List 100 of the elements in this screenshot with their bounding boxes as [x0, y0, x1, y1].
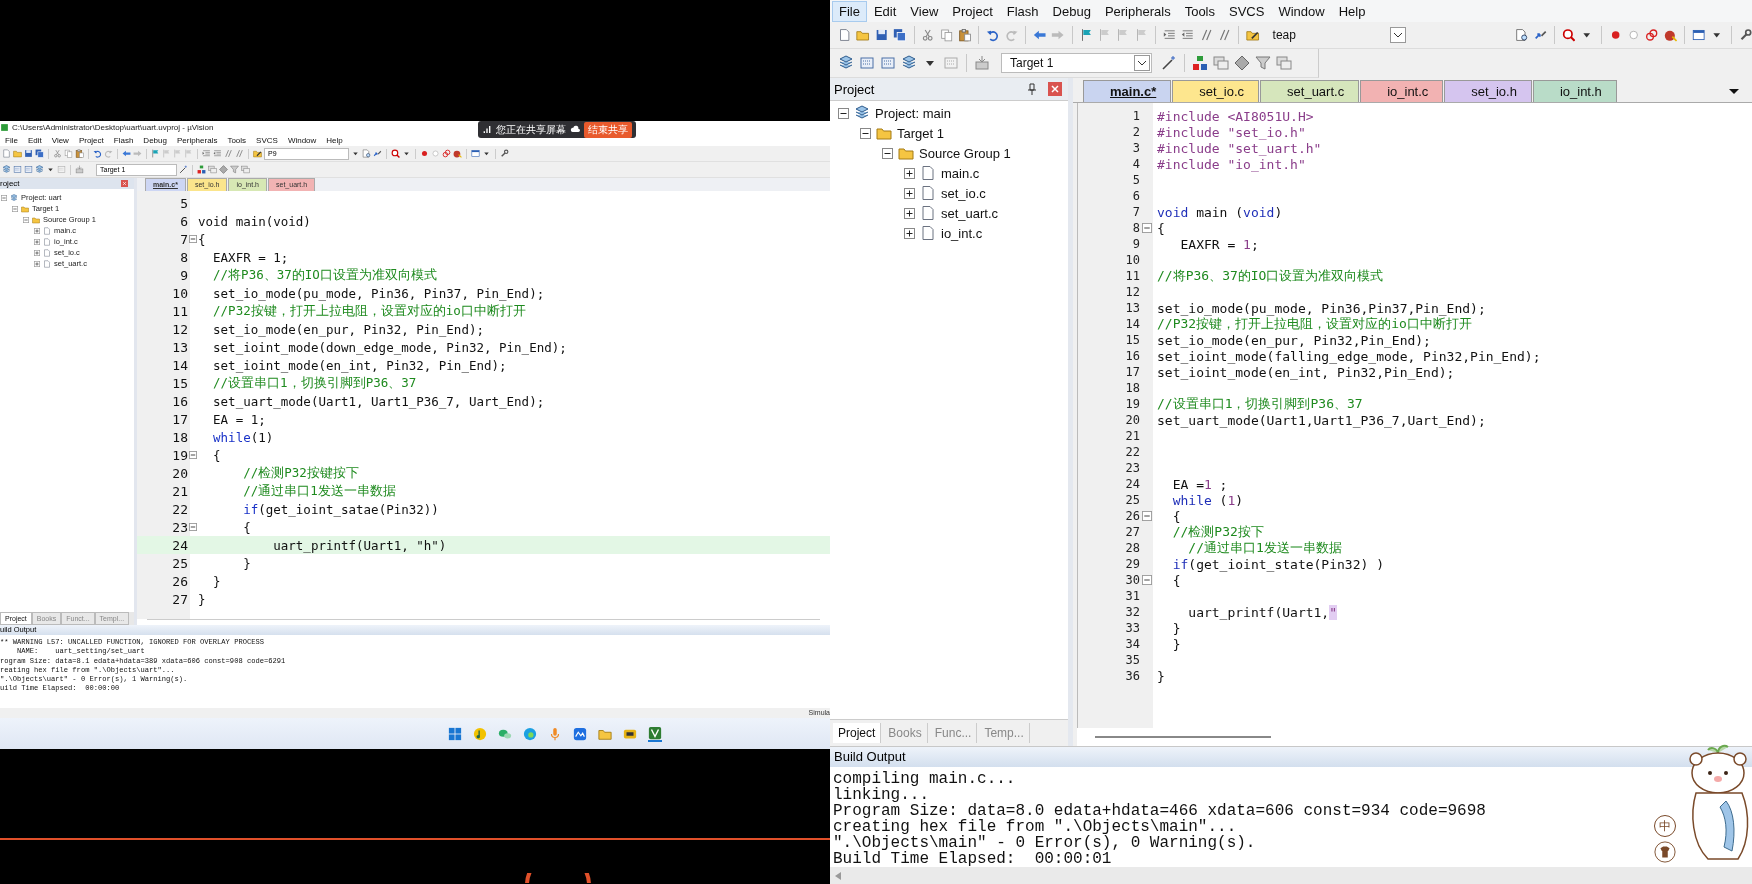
- tree-item[interactable]: Source Group 1: [919, 145, 1011, 161]
- menu-item[interactable]: Flash: [999, 0, 1046, 22]
- grid-icon[interactable]: [13, 165, 22, 174]
- dot-icon[interactable]: [420, 149, 429, 158]
- grid-icon[interactable]: [880, 55, 896, 71]
- linked-circles-icon[interactable]: [1645, 27, 1659, 43]
- editor-tab[interactable]: io_int.c: [1360, 80, 1444, 102]
- tree-toggle-icon[interactable]: [838, 107, 849, 119]
- caret-icon[interactable]: [1134, 55, 1150, 71]
- tree-item[interactable]: Project: main: [875, 105, 951, 121]
- menu-item[interactable]: Tools: [222, 135, 252, 145]
- folder-pen-icon[interactable]: [253, 149, 262, 158]
- copy-icon[interactable]: [939, 27, 954, 43]
- menu-item[interactable]: Window: [1271, 0, 1332, 22]
- tree-toggle-icon[interactable]: [34, 249, 40, 256]
- magnifier-icon[interactable]: [1561, 27, 1576, 43]
- window-icon[interactable]: [1691, 27, 1706, 43]
- left-arrow-icon[interactable]: [122, 149, 131, 158]
- caret-icon[interactable]: [402, 149, 411, 158]
- music-note-icon[interactable]: [473, 726, 487, 741]
- wrench-icon[interactable]: [500, 149, 509, 158]
- menu-item[interactable]: File: [832, 0, 867, 22]
- caret-icon[interactable]: [46, 165, 55, 174]
- four-squares-icon[interactable]: [448, 726, 462, 741]
- slashes-icon[interactable]: [235, 149, 244, 158]
- ime-button[interactable]: 中: [1654, 815, 1676, 837]
- tray-icon[interactable]: [974, 55, 990, 71]
- menu-item[interactable]: Peripherals: [1097, 0, 1178, 22]
- magnifier-icon[interactable]: [391, 149, 400, 158]
- close-icon[interactable]: [121, 180, 128, 187]
- tree-item[interactable]: Target 1: [897, 125, 944, 141]
- tree-toggle-icon[interactable]: [12, 205, 18, 212]
- blocks-icon[interactable]: [1192, 55, 1208, 71]
- fold-toggle-icon[interactable]: [1141, 511, 1152, 521]
- tree-toggle-icon[interactable]: [1, 194, 7, 201]
- fold-toggle-icon[interactable]: [189, 523, 197, 531]
- funnel-icon[interactable]: [1255, 55, 1271, 71]
- tree-toggle-icon[interactable]: [904, 207, 915, 219]
- editor-tab[interactable]: set_io.c: [1172, 80, 1260, 102]
- editor-tab[interactable]: set_io.h: [1444, 80, 1532, 102]
- copy-icon[interactable]: [64, 149, 73, 158]
- clipboard-icon[interactable]: [958, 27, 972, 43]
- flag-icon[interactable]: [151, 149, 160, 158]
- menu-item[interactable]: Peripherals: [171, 135, 223, 145]
- fold-toggle-icon[interactable]: [1141, 575, 1152, 585]
- fold-toggle-icon[interactable]: [189, 235, 197, 243]
- layers-icon[interactable]: [241, 165, 250, 174]
- floppy-disks-icon[interactable]: [35, 149, 44, 158]
- editor-tab[interactable]: io_int.h: [1532, 80, 1617, 102]
- fold-toggle-icon[interactable]: [1141, 223, 1152, 233]
- menu-item[interactable]: Help: [1331, 0, 1373, 22]
- slashes-icon[interactable]: [224, 149, 233, 158]
- layers-icon[interactable]: [1213, 55, 1229, 71]
- slashes-icon[interactable]: [1217, 27, 1232, 43]
- stack-icon[interactable]: [901, 55, 917, 71]
- scissors-icon[interactable]: [921, 27, 935, 43]
- window-icon[interactable]: [471, 149, 480, 158]
- tree-item[interactable]: set_uart.c: [941, 205, 999, 221]
- scrollbar-thumb[interactable]: [1095, 736, 1271, 738]
- menu-item[interactable]: Project: [945, 0, 1000, 22]
- page-icon[interactable]: [2, 149, 11, 158]
- flag-icon[interactable]: [1079, 27, 1093, 43]
- page-icon[interactable]: [838, 27, 852, 43]
- tray-icon[interactable]: [75, 165, 84, 174]
- tree-toggle-icon[interactable]: [23, 216, 29, 223]
- grid-icon[interactable]: [24, 165, 33, 174]
- slashes-icon[interactable]: [1199, 27, 1213, 43]
- menu-item[interactable]: Project: [73, 135, 109, 145]
- menu-item[interactable]: View: [903, 0, 946, 22]
- grid-icon[interactable]: [859, 55, 875, 71]
- pin-icon[interactable]: [1026, 83, 1038, 95]
- editor-tab[interactable]: set_uart.c: [1260, 80, 1360, 102]
- stop-sharing-button[interactable]: 结束共享: [584, 121, 632, 138]
- caret-icon[interactable]: [1390, 27, 1407, 43]
- wrench-icon[interactable]: [1738, 27, 1752, 43]
- menu-item[interactable]: Flash: [108, 135, 139, 145]
- clipboard-icon[interactable]: [75, 149, 84, 158]
- menu-item[interactable]: Debug: [138, 135, 172, 145]
- undo-icon[interactable]: [93, 149, 102, 158]
- fold-toggle-icon[interactable]: [189, 451, 197, 459]
- tree-toggle-icon[interactable]: [34, 238, 40, 245]
- arrows-icon[interactable]: [373, 149, 382, 158]
- tree-item[interactable]: main.c: [941, 165, 980, 181]
- wand-icon[interactable]: [1161, 55, 1177, 71]
- document-search-icon[interactable]: [362, 149, 371, 158]
- tree-toggle-icon[interactable]: [882, 147, 893, 159]
- document-search-icon[interactable]: [1515, 27, 1529, 43]
- left-arrow-icon[interactable]: [834, 870, 842, 881]
- menu-item[interactable]: File: [0, 135, 23, 145]
- tree-item[interactable]: set_io.c: [941, 185, 986, 201]
- close-icon[interactable]: [1048, 82, 1062, 96]
- menu-item[interactable]: Debug: [1045, 0, 1098, 22]
- swirl-icon[interactable]: [523, 726, 537, 741]
- tree-toggle-icon[interactable]: [904, 167, 915, 179]
- editor-tab[interactable]: main.c*: [1083, 80, 1172, 102]
- menu-item[interactable]: Edit: [22, 135, 47, 145]
- blocks-icon[interactable]: [197, 165, 206, 174]
- linked-circles-icon[interactable]: [442, 149, 451, 158]
- caret-icon[interactable]: [482, 149, 491, 158]
- outdent-icon[interactable]: [213, 149, 222, 158]
